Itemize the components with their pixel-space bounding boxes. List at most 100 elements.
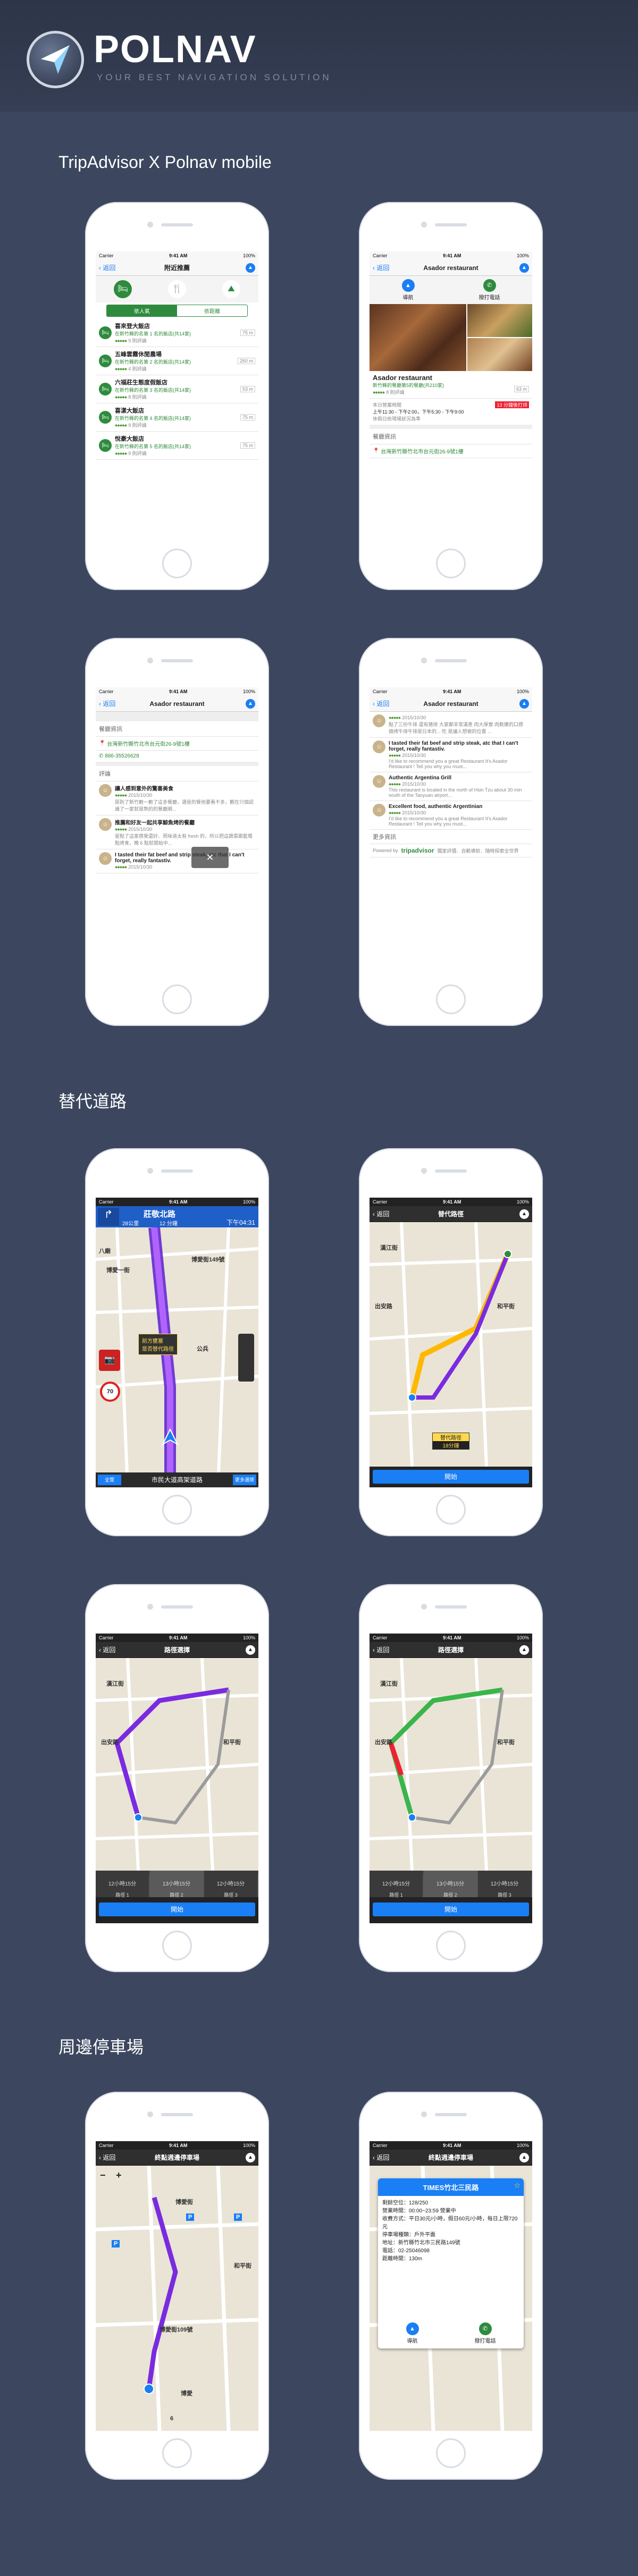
map-view[interactable]: 漢江街 和平街 出安路 替代路徑 18分鐘: [370, 1222, 532, 1467]
start-button[interactable]: 開始: [373, 1470, 529, 1484]
locate-icon[interactable]: ▲: [246, 1645, 255, 1655]
map-view[interactable]: 漢江街 和平街 出安路: [370, 1658, 532, 1871]
distance-badge: 75 m: [240, 414, 255, 420]
locate-icon[interactable]: ▲: [519, 2153, 529, 2162]
home-button[interactable]: [436, 549, 466, 578]
item-rank: 在新竹縣的名第 3 名的飯店(共14家): [115, 388, 191, 393]
hotel-icon[interactable]: 🛏: [114, 280, 132, 298]
locate-icon[interactable]: ▲: [519, 1209, 529, 1219]
section-header: 餐廳資訊: [96, 721, 258, 737]
home-button[interactable]: [162, 984, 192, 1014]
route-tab[interactable]: 12小時15分 路徑 1: [370, 1871, 424, 1898]
list-item[interactable]: 🛏 五峰雲霧休閒農場 在新竹縣的名第 2 名的飯店(共14家) ●●●●● 4 則評論…: [96, 347, 258, 375]
restaurant-icon[interactable]: 🍴: [168, 280, 186, 298]
section-header: 評論: [96, 766, 258, 781]
rating-dots: ●●●●●: [115, 827, 127, 832]
back-button[interactable]: ‹ 返回: [96, 1645, 115, 1654]
map-label: 博愛: [181, 2390, 192, 2397]
home-button[interactable]: [436, 1931, 466, 1960]
map-view[interactable]: 博愛一街 博愛街149號 八廟 公兵 前方壅塞 是否替代路徑 📷 70 市民大道高…: [96, 1227, 258, 1487]
route-tab[interactable]: 12小時15分 路徑 3: [478, 1871, 532, 1898]
locate-icon[interactable]: ▲: [519, 1645, 529, 1655]
review-item[interactable]: ☺ ●●●●● 2015/10/30 點了三份牛排 還有猪排 大家都非常滿意 肉大厚…: [370, 712, 532, 738]
route-tab[interactable]: 12小時15分 路徑 1: [96, 1871, 150, 1898]
locate-icon[interactable]: ▲: [519, 263, 529, 273]
distance-badge: 75 m: [240, 330, 255, 336]
back-button[interactable]: ‹ 返回: [370, 699, 389, 708]
back-button[interactable]: ‹ 返回: [96, 263, 115, 272]
home-button[interactable]: [162, 1495, 192, 1525]
eta: 下午04:31: [226, 1219, 255, 1226]
review-item[interactable]: ☺ 推薦和好友一起共享鯨魚烤的餐廳 ●●●●● 2015/10/30 星點了這家感覺還…: [96, 815, 258, 849]
list-item[interactable]: 🛏 六福莊生態度假飯店 在新竹縣的名第 3 名的飯店(共14家) ●●●●● 8 則評…: [96, 375, 258, 403]
home-button[interactable]: [162, 2438, 192, 2468]
tab-popularity[interactable]: 依人氣: [107, 305, 177, 316]
review-item[interactable]: ☺ 讓人感到意外的驚喜美食 ●●●●● 2015/10/30 原則了新竹數一數了這多餐…: [96, 781, 258, 815]
locate-icon[interactable]: ▲: [246, 263, 255, 273]
map-view[interactable]: TIMES竹北三民路 ☆ 剩餘空位：128/250 營業時間：00:00~23:5…: [370, 2166, 532, 2431]
home-button[interactable]: [162, 1931, 192, 1960]
parking-icon[interactable]: P: [186, 2213, 195, 2221]
pin-icon: 📍: [373, 448, 380, 454]
locate-icon[interactable]: ▲: [246, 699, 255, 709]
alt-route-prompt[interactable]: 前方壅塞 是否替代路徑: [138, 1334, 178, 1355]
locate-icon[interactable]: ▲: [246, 2153, 255, 2162]
phone-icon: ✆: [478, 2322, 492, 2335]
start-button[interactable]: 開始: [373, 1902, 529, 1916]
locate-icon[interactable]: ▲: [519, 699, 529, 709]
navigate-button[interactable]: ▲ 導航: [406, 2322, 419, 2344]
call-button[interactable]: ✆ 撥打電話: [479, 279, 500, 301]
back-button[interactable]: ‹ 返回: [96, 699, 115, 708]
home-button[interactable]: [436, 2438, 466, 2468]
overview-button[interactable]: 全覽: [98, 1475, 121, 1485]
section-title-alt-route: 替代道路: [58, 1092, 127, 1111]
route-tab[interactable]: 12小時15分 路徑 3: [204, 1871, 258, 1898]
address-row[interactable]: 📍 台灣新竹縣竹北市台元街26-9號1樓: [96, 737, 258, 751]
review-item[interactable]: ☺ Authentic Argentina Grill ●●●●● 2015/10/…: [370, 772, 532, 801]
home-button[interactable]: [436, 984, 466, 1014]
zoom-out-button[interactable]: −: [100, 2170, 106, 2181]
review-item[interactable]: ☺ I tasted their fat beef and strip steak…: [370, 738, 532, 772]
list-item[interactable]: 🛏 喜漾大飯店 在新竹縣的名第 4 名的飯店(共14家) ●●●●● 9 則評論 75 …: [96, 403, 258, 432]
list-item[interactable]: 🛏 喜來登大飯店 在新竹縣的名第 1 名的飯店(共14家) ●●●●● 9 則評論 75…: [96, 319, 258, 347]
tab-distance[interactable]: 依距離: [177, 305, 247, 316]
home-button[interactable]: [162, 549, 192, 578]
page-title: Asador restaurant: [423, 264, 478, 272]
list-item[interactable]: 🛏 悅豪大飯店 在新竹縣的名第 5 名的飯店(共14家) ●●●●● 9 則評論 75 …: [96, 432, 258, 460]
item-name: 喜來登大飯店: [115, 323, 150, 330]
avatar: ☺: [373, 740, 385, 753]
address-row[interactable]: 📍 台灣新竹縣竹北市台元街26-9號1樓: [370, 444, 532, 458]
photo-gallery[interactable]: [370, 304, 532, 371]
review-date: 2015/10/30: [402, 715, 426, 720]
map-view[interactable]: 漢江街 和平街 出安路: [96, 1658, 258, 1871]
close-icon[interactable]: ✕: [191, 847, 229, 868]
home-button[interactable]: [436, 1495, 466, 1525]
map-view[interactable]: − + P P P 博愛街 和平街 博愛街109號 博愛 6: [96, 2166, 258, 2431]
back-button[interactable]: ‹ 返回: [96, 2153, 115, 2162]
review-title: I tasted their fat beef and strip steak,…: [115, 852, 245, 864]
phone-row[interactable]: ✆ 886-35526628: [96, 751, 258, 766]
start-button[interactable]: 開始: [99, 1902, 255, 1916]
map-label: 出安路: [101, 1739, 119, 1746]
back-button[interactable]: ‹ 返回: [370, 2153, 389, 2162]
item-rank: 在新竹縣的名第 2 名的飯店(共14家): [115, 359, 191, 365]
review-item[interactable]: ☺ Excellent food, authentic Argentinian ●●…: [370, 801, 532, 830]
back-button[interactable]: ‹ 返回: [370, 263, 389, 272]
more-info-link[interactable]: 更多資訊: [370, 830, 532, 844]
distance-badge: 260 m: [237, 358, 255, 364]
call-button[interactable]: ✆ 撥打電話: [475, 2322, 496, 2344]
more-options-button[interactable]: 更多選擇: [233, 1475, 256, 1485]
review-item[interactable]: ☺ I tasted their fat beef and strip steak…: [96, 849, 258, 873]
back-button[interactable]: ‹ 返回: [370, 1645, 389, 1654]
route-tab[interactable]: 13小時15分 路徑 2: [424, 1871, 478, 1898]
attraction-icon[interactable]: ⛰: [222, 280, 240, 298]
zoom-in-button[interactable]: +: [116, 2170, 122, 2181]
route-tab[interactable]: 13小時15分 路徑 2: [150, 1871, 204, 1898]
page-title: 路徑選擇: [438, 1646, 464, 1654]
parking-icon[interactable]: P: [112, 2240, 120, 2247]
back-button[interactable]: ‹ 返回: [370, 1209, 389, 1218]
navigate-button[interactable]: ▲ 導航: [401, 279, 415, 301]
parking-icon[interactable]: P: [234, 2213, 242, 2221]
alt-route-badge: 替代路徑 18分鐘: [432, 1433, 469, 1450]
star-icon[interactable]: ☆: [514, 2181, 521, 2190]
